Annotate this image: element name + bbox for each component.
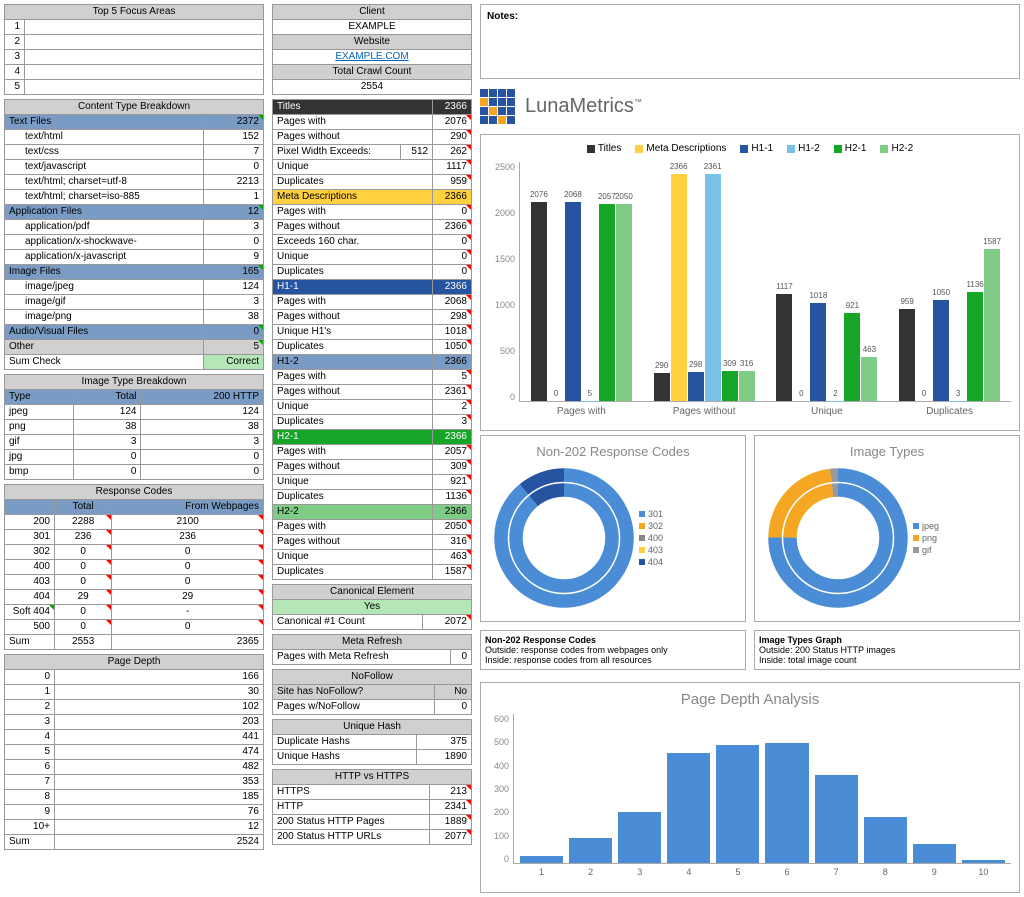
main-bar-chart: TitlesMeta DescriptionsH1-1H1-2H2-1H2-2 … xyxy=(480,134,1020,431)
notes-label: Notes: xyxy=(487,11,518,22)
seo-table: Titles2366Pages with2076Pages without290… xyxy=(272,99,472,580)
logo-icon xyxy=(480,89,515,124)
nofollow-table: NoFollow Site has NoFollow?No Pages w/No… xyxy=(272,669,472,715)
meta-refresh-table: Meta Refresh Pages with Meta Refresh0 xyxy=(272,634,472,665)
unique-hash-table: Unique Hash Duplicate Hashs375 Unique Ha… xyxy=(272,719,472,765)
image-donut: Image Types jpegpnggif xyxy=(754,435,1020,622)
client-table: Client EXAMPLE Website EXAMPLE.COM Total… xyxy=(272,4,472,95)
logo-panel: LunaMetrics™ xyxy=(480,83,1020,130)
response-codes-table: Response Codes TotalFrom Webpages 200228… xyxy=(4,484,264,650)
notes-panel[interactable]: Notes: xyxy=(480,4,1020,79)
https-table: HTTP vs HTTPS HTTPS213HTTP2341200 Status… xyxy=(272,769,472,845)
content-type-table: Content Type Breakdown Text Files2372tex… xyxy=(4,99,264,370)
canonical-table: Canonical Element Yes Canonical #1 Count… xyxy=(272,584,472,630)
content-type-header: Content Type Breakdown xyxy=(5,100,264,115)
website-link[interactable]: EXAMPLE.COM xyxy=(273,50,472,65)
focus-areas-header: Top 5 Focus Areas xyxy=(5,5,264,20)
focus-areas-table: Top 5 Focus Areas 12345 xyxy=(4,4,264,95)
page-depth-table: Page Depth 01661302102320344415474648273… xyxy=(4,654,264,850)
response-donut: Non-202 Response Codes 301302400403404 xyxy=(480,435,746,622)
page-depth-chart: Page Depth Analysis 0100200300400500600 … xyxy=(480,682,1020,893)
image-type-table: Image Type Breakdown TypeTotal200 HTTP j… xyxy=(4,374,264,480)
